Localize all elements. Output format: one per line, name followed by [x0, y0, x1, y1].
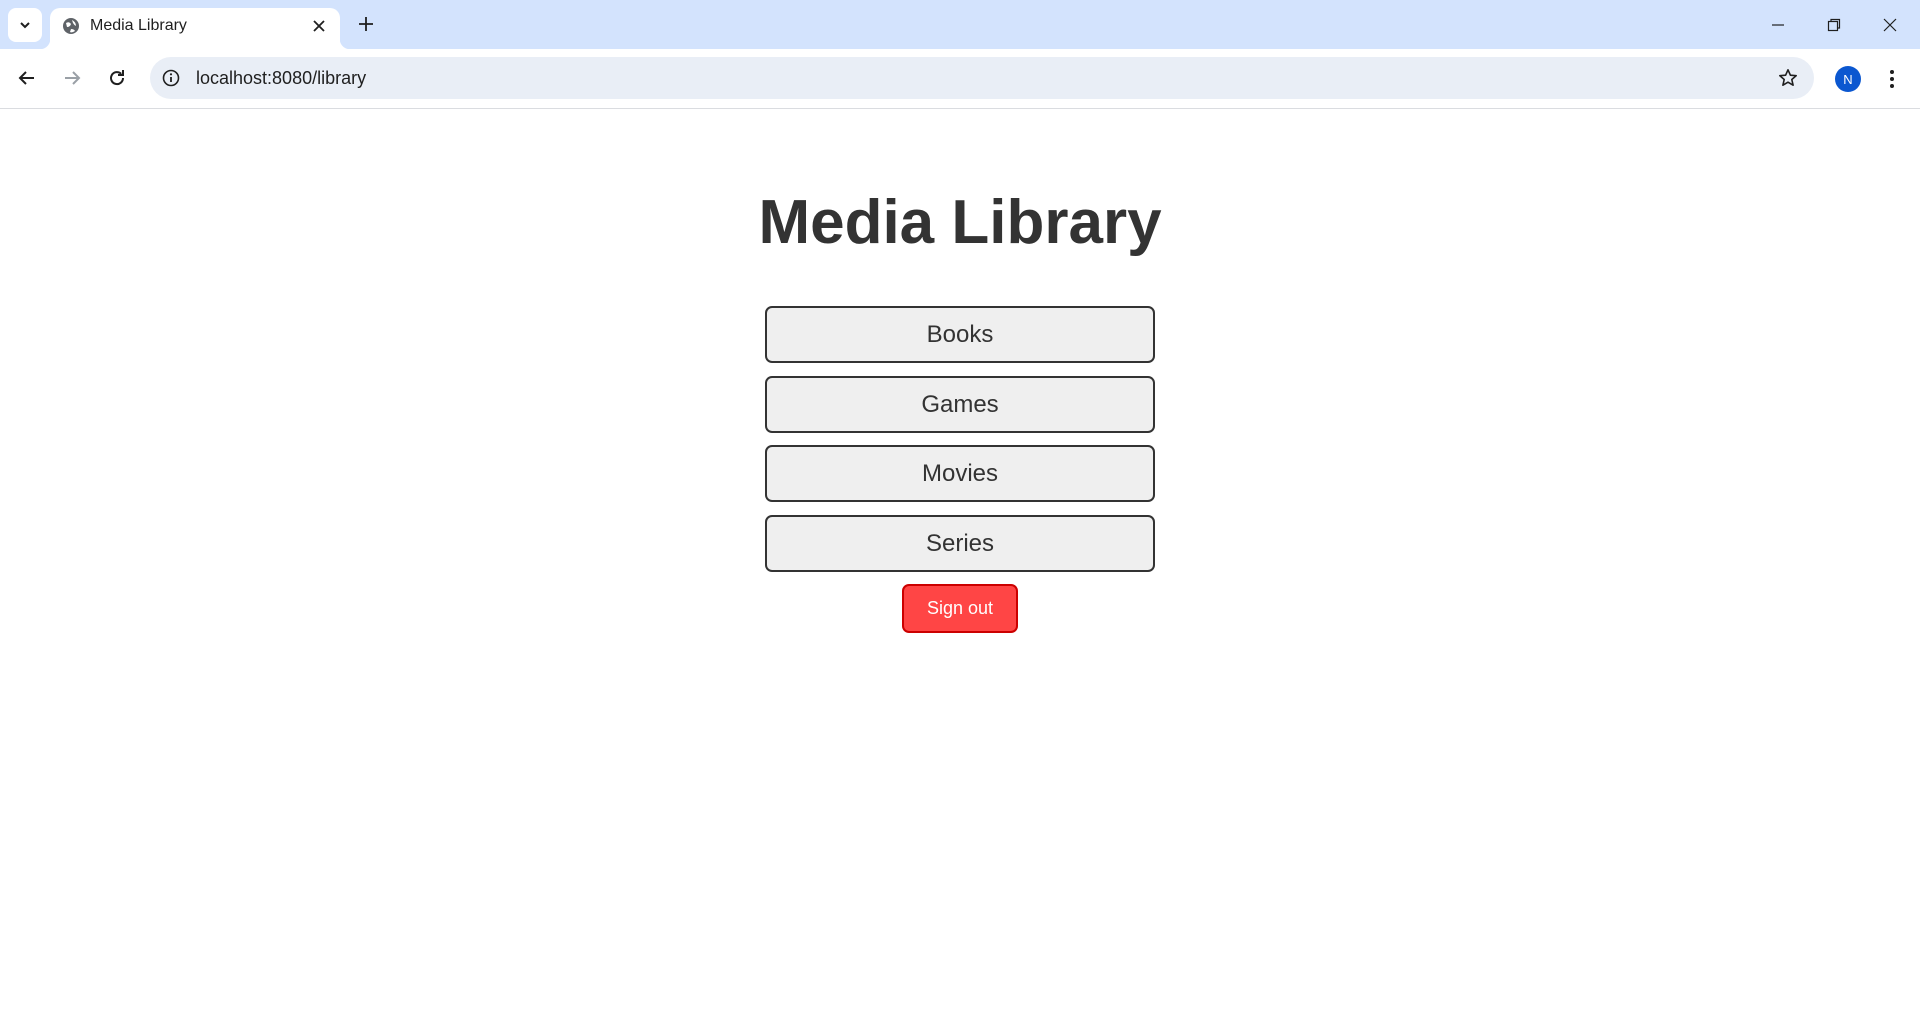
category-nav: Books Games Movies Series	[765, 306, 1155, 585]
active-tab[interactable]: Media Library	[40, 8, 350, 49]
profile-avatar[interactable]: N	[1835, 66, 1861, 92]
site-info-button[interactable]	[160, 67, 182, 89]
globe-icon	[63, 18, 79, 34]
address-bar[interactable]: localhost:8080/library	[150, 57, 1814, 99]
restore-button[interactable]	[1806, 0, 1862, 49]
star-icon	[1779, 69, 1797, 86]
forward-button[interactable]	[54, 60, 90, 96]
books-button[interactable]: Books	[765, 306, 1155, 363]
window-close-button[interactable]	[1862, 0, 1918, 49]
info-icon	[162, 69, 180, 87]
tab-strip: Media Library	[0, 0, 1920, 49]
series-button[interactable]: Series	[765, 515, 1155, 573]
plus-icon	[359, 17, 373, 31]
back-button[interactable]	[9, 60, 45, 96]
chevron-down-icon	[20, 22, 30, 29]
window-close-icon	[1883, 18, 1897, 31]
reload-button[interactable]	[99, 60, 135, 96]
restore-icon	[1827, 18, 1841, 31]
tab-close-button[interactable]	[308, 15, 330, 37]
tab-title: Media Library	[90, 17, 187, 34]
reload-icon	[110, 70, 125, 86]
bookmark-button[interactable]	[1776, 66, 1800, 90]
address-url: localhost:8080/library	[196, 68, 367, 88]
games-button[interactable]: Games	[765, 375, 1155, 433]
minimize-button[interactable]	[1750, 0, 1806, 49]
back-arrow-icon	[18, 71, 34, 85]
page-title: Media Library	[758, 188, 1162, 257]
page-content: Media Library Books Games Movies Series …	[0, 110, 1920, 1015]
browser-menu-button[interactable]	[1878, 64, 1906, 94]
browser-toolbar: localhost:8080/library N	[0, 49, 1920, 109]
kebab-menu-icon	[1890, 70, 1894, 88]
minimize-icon	[1772, 23, 1784, 26]
forward-arrow-icon	[65, 71, 81, 85]
sign-out-button[interactable]: Sign out	[902, 584, 1018, 633]
tab-search-button[interactable]	[8, 8, 42, 42]
close-icon	[313, 20, 325, 32]
new-tab-button[interactable]	[352, 10, 380, 38]
movies-button[interactable]: Movies	[765, 445, 1155, 503]
